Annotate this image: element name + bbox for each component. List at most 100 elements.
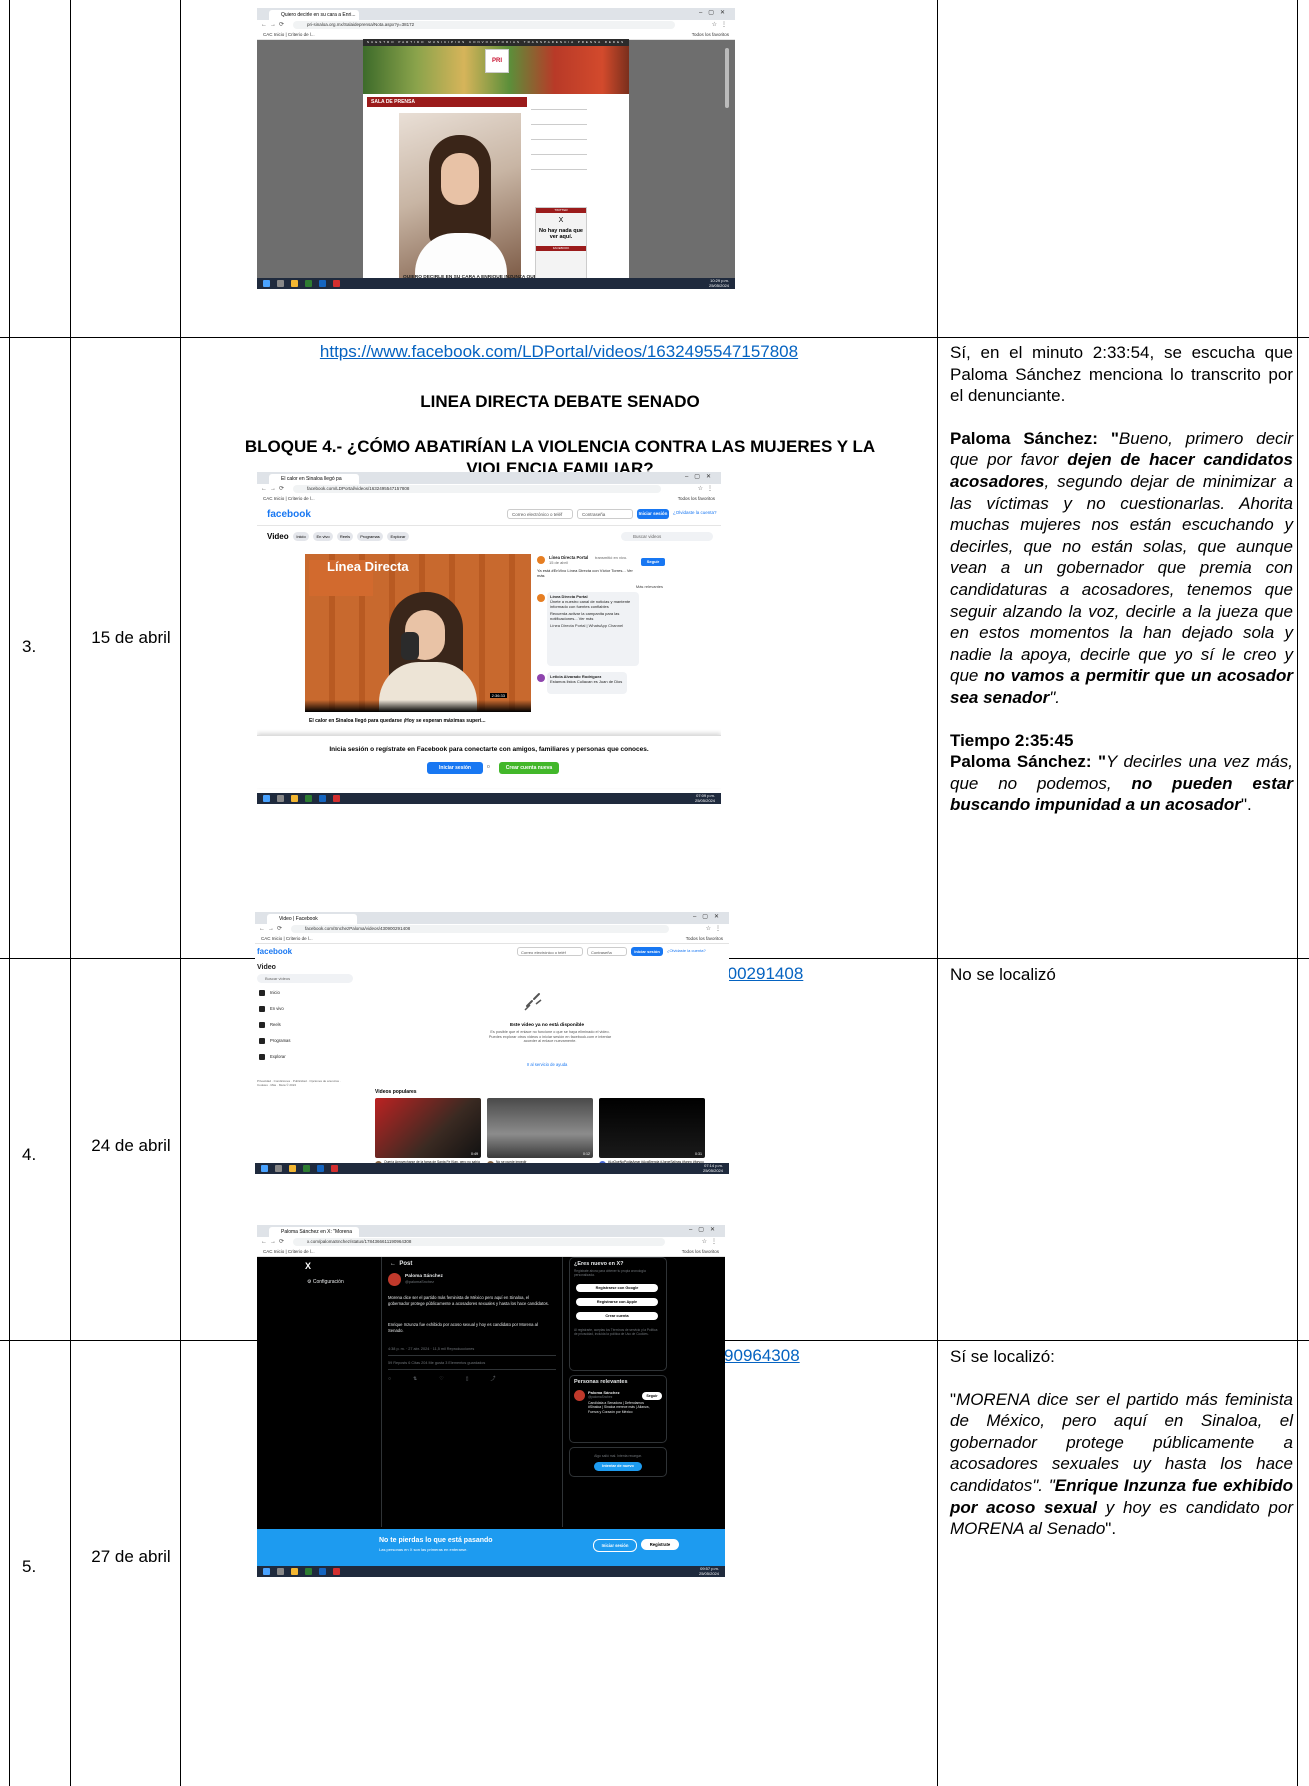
sort-comments[interactable]: Más relevantes — [636, 584, 663, 589]
nav-pill[interactable]: Inicio — [293, 532, 309, 541]
start-icon[interactable] — [263, 1568, 270, 1575]
search-icon[interactable] — [277, 280, 284, 287]
bookmark-item[interactable]: CAC Inicio | Criterio de l... — [263, 32, 315, 37]
explorer-icon[interactable] — [291, 280, 298, 287]
pdf-icon[interactable] — [331, 1165, 338, 1172]
back-arrow-icon[interactable]: ← — [390, 1261, 399, 1267]
retry-button[interactable]: Intentar de nuevo — [594, 1462, 642, 1471]
help-link[interactable]: Ir al servicio de ayuda — [365, 1062, 729, 1067]
video-search-input[interactable]: Buscar videos — [257, 974, 353, 983]
nav-arrows-icon[interactable]: ←→⟳ — [261, 21, 287, 28]
window-controls[interactable]: –▢✕ — [689, 1226, 721, 1233]
all-bookmarks[interactable]: Todos los favoritos — [692, 30, 729, 39]
password-field[interactable]: Contraseña — [587, 947, 627, 956]
video-thumbnail[interactable]: 0:12 — [487, 1098, 593, 1158]
bookmark-item[interactable]: CAC Inicio | Criterio de l... — [263, 1249, 315, 1254]
author-handle[interactable]: @palomaSnchez — [405, 1280, 434, 1284]
evidence-link[interactable]: https://www.facebook.com/LDPortal/videos… — [182, 342, 936, 362]
window-controls[interactable]: –▢✕ — [699, 9, 731, 16]
create-account-button[interactable]: Crear cuenta — [576, 1312, 658, 1320]
nav-pill[interactable]: Reels — [337, 532, 353, 541]
bookmark-item[interactable]: CAC Inicio | Criterio de l... — [261, 936, 313, 941]
window-controls[interactable]: –▢✕ — [685, 473, 717, 480]
word-icon[interactable] — [319, 795, 326, 802]
login-button[interactable]: Iniciar sesión — [427, 762, 483, 774]
password-field[interactable]: Contraseña — [577, 509, 633, 519]
explorer-icon[interactable] — [291, 1568, 298, 1575]
legal-links[interactable]: Privacidad · Condiciones · Publicidad · … — [257, 1079, 347, 1088]
email-field[interactable]: Correo electrónico o teléf — [517, 947, 583, 956]
video-thumbnail[interactable]: 0:31 — [599, 1098, 705, 1158]
create-account-button[interactable]: Crear cuenta nueva — [499, 762, 559, 774]
pdf-icon[interactable] — [333, 1568, 340, 1575]
nav-pill[interactable]: Programas — [357, 532, 383, 541]
post-stats[interactable]: 59 Reposts 6 Citas 204 Me gusta 3 Elemen… — [388, 1361, 556, 1370]
start-icon[interactable] — [263, 795, 270, 802]
video-search-input[interactable]: Buscar videos — [621, 532, 713, 541]
url-field[interactable]: facebook.com/LDPortal/videos/16324955471… — [293, 485, 661, 493]
search-icon[interactable] — [277, 795, 284, 802]
word-icon[interactable] — [319, 280, 326, 287]
pdf-icon[interactable] — [333, 795, 340, 802]
video-thumbnail[interactable]: 0:49 — [375, 1098, 481, 1158]
avatar[interactable] — [574, 1390, 585, 1401]
login-button[interactable]: Iniciar sesión — [631, 947, 663, 956]
email-field[interactable]: Correo electrónico o teléf — [507, 509, 573, 519]
browser-tab[interactable]: Quiero decirle en su cara a Enri... — [269, 10, 359, 20]
browser-tab[interactable]: Video | Facebook — [267, 914, 357, 924]
login-button[interactable]: Iniciar sesión — [593, 1539, 637, 1552]
pdf-icon[interactable] — [333, 280, 340, 287]
all-bookmarks[interactable]: Todos los favoritos — [686, 934, 723, 943]
sidebar-item-inicio[interactable]: Inicio — [259, 990, 280, 996]
nav-arrows-icon[interactable]: ←→⟳ — [259, 925, 285, 932]
settings-link[interactable]: ⚙ Configuración — [307, 1279, 344, 1285]
bookmark-item[interactable]: CAC Inicio | Criterio de l... — [263, 496, 315, 501]
word-icon[interactable] — [319, 1568, 326, 1575]
browser-tools-icon[interactable]: ☆⋮ — [702, 1238, 721, 1245]
browser-tab[interactable]: Paloma Sánchez en X: "Morena — [269, 1227, 359, 1237]
forgot-account-link[interactable]: ¿Olvidaste la cuenta? — [667, 948, 706, 953]
post-actions[interactable]: ○⇅♡▯⤴ — [388, 1375, 556, 1382]
start-icon[interactable] — [261, 1165, 268, 1172]
video-controls[interactable] — [305, 700, 531, 712]
all-bookmarks[interactable]: Todos los favoritos — [678, 494, 715, 503]
chrome-icon[interactable] — [305, 1568, 312, 1575]
avatar[interactable] — [388, 1273, 401, 1286]
author-name[interactable]: Paloma Sánchez — [405, 1274, 443, 1279]
url-field[interactable]: pri-sinaloa.org.mx/Salaideprensa/Nota.as… — [293, 21, 675, 29]
sidebar-item-reels[interactable]: Reels — [259, 1022, 281, 1028]
sidebar-item-programas[interactable]: Programas — [259, 1038, 290, 1044]
forgot-account-link[interactable]: ¿Olvidaste la cuenta? — [673, 510, 717, 515]
browser-tools-icon[interactable]: ☆⋮ — [706, 925, 725, 932]
follow-button[interactable]: Seguir — [641, 558, 665, 566]
nav-pill[interactable]: En vivo — [313, 532, 333, 541]
x-logo-icon[interactable]: X — [305, 1261, 311, 1271]
apple-signup-button[interactable]: Registrarse con Apple — [576, 1298, 658, 1306]
browser-tools-icon[interactable]: ☆⋮ — [698, 485, 717, 492]
url-field[interactable]: x.com/palomaSnchez/status/17843666111909… — [293, 1238, 665, 1246]
search-icon[interactable] — [277, 1568, 284, 1575]
word-icon[interactable] — [317, 1165, 324, 1172]
window-controls[interactable]: –▢✕ — [693, 913, 725, 920]
chrome-icon[interactable] — [303, 1165, 310, 1172]
start-icon[interactable] — [263, 280, 270, 287]
sidebar-item-explorar[interactable]: Explorar — [259, 1054, 286, 1060]
relevant-handle[interactable]: @palomaSnchez — [588, 1395, 612, 1399]
login-button[interactable]: Iniciar sesión — [637, 509, 669, 519]
facebook-logo[interactable]: facebook — [267, 509, 311, 520]
follow-button[interactable]: Seguir — [642, 1392, 662, 1400]
video-player[interactable]: Línea Directa 2:36:33 — [305, 554, 531, 712]
search-icon[interactable] — [275, 1165, 282, 1172]
url-field[interactable]: facebook.com/SnchezPaloma/videos/4309002… — [291, 925, 669, 933]
google-signup-button[interactable]: Registrarse con Google — [576, 1284, 658, 1292]
scrollbar[interactable] — [725, 48, 729, 108]
all-bookmarks[interactable]: Todos los favoritos — [682, 1247, 719, 1256]
explorer-icon[interactable] — [289, 1165, 296, 1172]
signup-button[interactable]: Regístrate — [641, 1539, 679, 1550]
facebook-logo[interactable]: facebook — [257, 947, 292, 956]
browser-tab[interactable]: El calor en Sinaloa llegó pa — [269, 474, 359, 484]
comment-link[interactable]: Línea Directa Portal | WhatsApp Channel — [550, 623, 636, 628]
pri-menu[interactable]: NUESTRO PARTIDO MUNICIPIOS CONVOCATORIAS… — [363, 39, 629, 46]
sidebar-item-en-vivo[interactable]: En vivo — [259, 1006, 284, 1012]
chrome-icon[interactable] — [305, 795, 312, 802]
